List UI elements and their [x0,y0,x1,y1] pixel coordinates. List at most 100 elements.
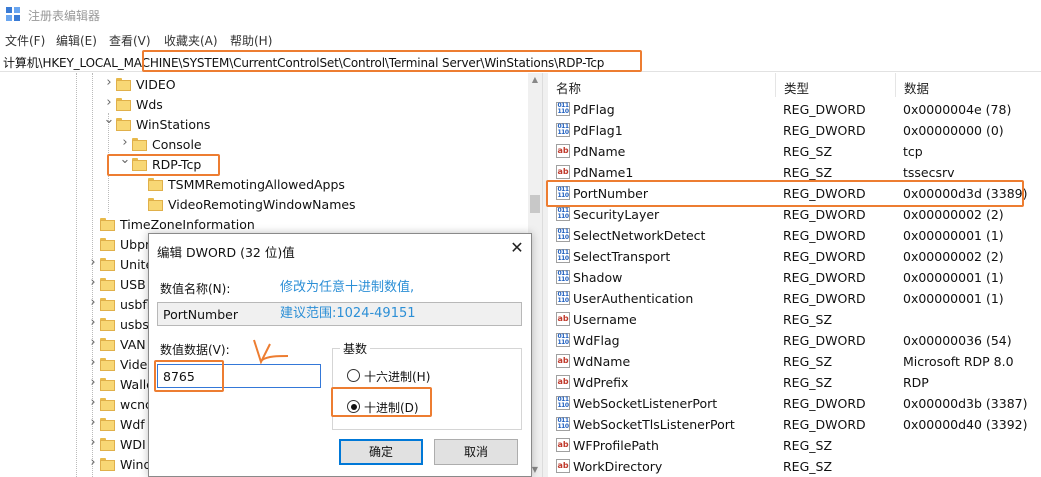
annotation-line-1: 修改为任意十进制数值, [280,280,415,295]
string-value-icon: ab [556,312,570,326]
tree-item[interactable]: TimeZoneInformation [87,215,420,235]
dword-value-icon: 011 110 [556,333,570,347]
dec-radio-label[interactable]: 十进制(D) [364,399,419,416]
annotation-line-2: 建议范围:1024-49151 [280,306,416,321]
hex-radio-label[interactable]: 十六进制(H) [364,368,430,385]
tree-item-label: WinStations [136,117,211,132]
column-data[interactable]: 数据 [896,73,1041,97]
value-name: WFProfilePath [573,438,659,453]
tree-item-label: Wind [120,457,152,472]
dword-value-icon: 011 110 [556,270,570,284]
close-icon[interactable]: ✕ [507,238,527,258]
chevron-right-icon[interactable]: › [87,275,99,290]
chevron-right-icon[interactable]: › [87,435,99,450]
edit-dword-dialog: 编辑 DWORD (32 位)值 ✕ 数值名称(N): PortNumber 数… [148,233,532,477]
chevron-right-icon[interactable]: › [87,415,99,430]
value-name: UserAuthentication [573,291,694,306]
value-name: WdPrefix [573,375,629,390]
chevron-down-icon[interactable]: ⌄ [103,112,115,127]
chevron-right-icon[interactable]: › [87,395,99,410]
scroll-up-icon[interactable]: ▲ [528,73,542,87]
chevron-right-icon[interactable]: › [87,295,99,310]
value-row[interactable]: ab Username REG_SZ [548,309,1041,330]
folder-icon [148,178,163,191]
value-row[interactable]: ab WdPrefix REG_SZ RDP [548,372,1041,393]
chevron-right-icon[interactable]: › [87,355,99,370]
tree-item[interactable]: TSMMRemotingAllowedApps [135,175,420,195]
value-row[interactable]: 011 110 SelectTransport REG_DWORD 0x0000000… [548,246,1041,267]
value-name: WebSocketTlsListenerPort [573,417,735,432]
cancel-button[interactable]: 取消 [434,439,518,465]
menu-view[interactable]: 查看(V) [109,32,151,49]
value-type: REG_DWORD [783,417,866,432]
folder-icon [100,398,115,411]
base-label: 基数 [340,340,371,357]
hex-radio[interactable] [347,369,360,382]
value-row[interactable]: ab WorkDirectory REG_SZ [548,456,1041,477]
value-type: REG_SZ [783,354,833,369]
tree-item[interactable]: ⌄ WinStations [103,112,420,135]
value-name: PdFlag1 [573,123,623,138]
chevron-down-icon[interactable]: ⌄ [119,152,131,167]
address-bar[interactable]: 计算机\HKEY_LOCAL_MACHINE\SYSTEM\CurrentCon… [0,50,1041,72]
menu-file[interactable]: 文件(F) [5,32,45,49]
tree-item[interactable]: VideoRemotingWindowNames [135,195,420,215]
value-row[interactable]: ab WdName REG_SZ Microsoft RDP 8.0 [548,351,1041,372]
value-row[interactable]: ab PdName1 REG_SZ tssecsrv [548,162,1041,183]
value-row[interactable]: 011 110 UserAuthentication REG_DWORD 0x0000… [548,288,1041,309]
value-row[interactable]: 011 110 WebSocketTlsListenerPort REG_DWORD… [548,414,1041,435]
menu-help[interactable]: 帮助(H) [230,32,272,49]
window-title: 注册表编辑器 [28,9,101,23]
value-row[interactable]: 011 110 WebSocketListenerPort REG_DWORD 0x0… [548,393,1041,414]
value-data: 0x00000001 (1) [903,270,1004,285]
chevron-right-icon[interactable]: › [87,255,99,270]
menu-favorites[interactable]: 收藏夹(A) [164,32,218,49]
tree-item[interactable]: › VIDEO [103,75,420,95]
value-row[interactable]: 011 110 PortNumber REG_DWORD 0x00000d3d (33… [548,183,1041,204]
value-row[interactable]: 011 110 PdFlag REG_DWORD 0x0000004e (78) [548,99,1041,120]
value-type: REG_SZ [783,438,833,453]
tree-item[interactable]: ⌄ RDP-Tcp [119,152,420,175]
dec-radio[interactable] [347,400,360,413]
column-name[interactable]: 名称 [548,73,776,97]
value-row[interactable]: ab WFProfilePath REG_SZ [548,435,1041,456]
chevron-right-icon[interactable]: › [87,375,99,390]
tree-item[interactable]: › Console [119,135,420,155]
value-data: 0x00000d40 (3392) [903,417,1028,432]
folder-icon [100,338,115,351]
chevron-right-icon[interactable]: › [87,455,99,470]
chevron-right-icon[interactable]: › [119,135,131,150]
tree-guide-line [76,73,77,477]
chevron-right-icon[interactable]: › [87,315,99,330]
value-row[interactable]: 011 110 SecurityLayer REG_DWORD 0x00000002 … [548,204,1041,225]
tree-item-label: VIDEO [136,77,176,92]
chevron-right-icon[interactable]: › [87,335,99,350]
tree-item[interactable]: › Wds [103,95,420,115]
folder-icon [100,318,115,331]
menu-bar: 文件(F) 编辑(E) 查看(V) 收藏夹(A) 帮助(H) [0,30,1041,50]
dword-value-icon: 011 110 [556,396,570,410]
value-row[interactable]: 011 110 PdFlag1 REG_DWORD 0x00000000 (0) [548,120,1041,141]
value-name: WdName [573,354,631,369]
value-data: 0x00000002 (2) [903,207,1004,222]
column-type[interactable]: 类型 [776,73,896,97]
value-data-label: 数值数据(V): [160,343,230,357]
address-path[interactable]: 计算机\HKEY_LOCAL_MACHINE\SYSTEM\CurrentCon… [3,54,604,71]
value-row[interactable]: 011 110 WdFlag REG_DWORD 0x00000036 (54) [548,330,1041,351]
tree-item-label: TSMMRemotingAllowedApps [168,177,345,192]
value-row[interactable]: 011 110 Shadow REG_DWORD 0x00000001 (1) [548,267,1041,288]
dword-value-icon: 011 110 [556,102,570,116]
menu-edit[interactable]: 编辑(E) [56,32,97,49]
tree-item-label: WDI [120,437,146,452]
chevron-right-icon[interactable]: › [103,95,115,110]
base-groupbox: 基数 十六进制(H) 十进制(D) [332,340,522,430]
value-data: 0x00000d3d (3389) [903,186,1028,201]
ok-button[interactable]: 确定 [339,439,423,465]
value-data: 0x00000036 (54) [903,333,1012,348]
chevron-right-icon[interactable]: › [103,75,115,90]
value-row[interactable]: 011 110 SelectNetworkDetect REG_DWORD 0x000… [548,225,1041,246]
value-row[interactable]: ab PdName REG_SZ tcp [548,141,1041,162]
scroll-thumb[interactable] [530,195,540,213]
value-type: REG_SZ [783,144,833,159]
value-type: REG_DWORD [783,270,866,285]
